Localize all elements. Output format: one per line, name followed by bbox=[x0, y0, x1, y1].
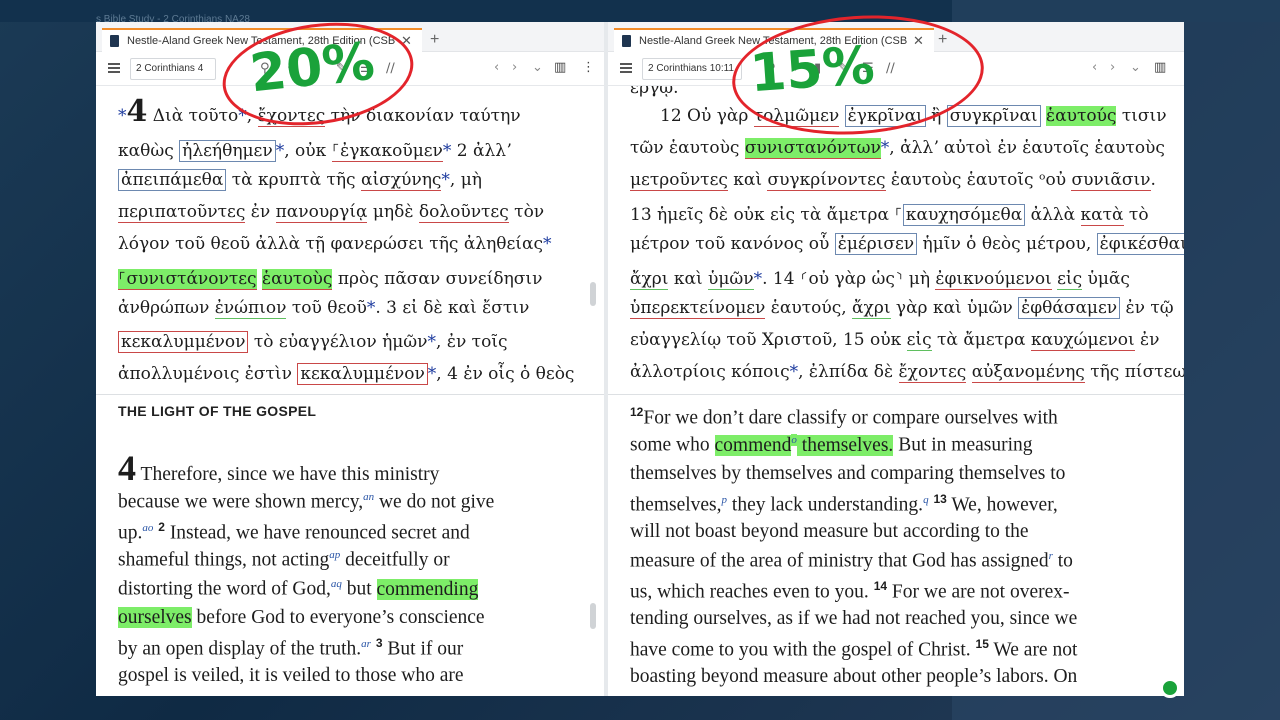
back-icon[interactable]: ‹ bbox=[1092, 60, 1097, 75]
right-english-text: 12For we don’t dare classify or compare … bbox=[608, 394, 1184, 696]
greek-line: ὑπερεκτείνομεν ἑαυτούς, ἄχρι γὰρ καὶ ὑμῶ… bbox=[630, 297, 1174, 319]
greek-line: τῶν ἑαυτοὺς συνιστανόντων*, ἀλλʼ αὐτοὶ ἐ… bbox=[630, 138, 1165, 159]
more-icon[interactable]: ⋮ bbox=[582, 60, 595, 75]
greek-line: ἔργῳ. bbox=[630, 86, 679, 98]
panel-layout-icon[interactable]: ▥ bbox=[1154, 60, 1166, 75]
status-badge[interactable] bbox=[1160, 678, 1180, 698]
english-line: shameful things, not actingap deceitfull… bbox=[118, 549, 450, 571]
english-line: measure of the area of ministry that God… bbox=[630, 550, 1073, 572]
greek-line: ἀλλοτρίοις κόποις*, ἐλπίδα δὲ ἔχοντες αὐ… bbox=[630, 362, 1184, 383]
greek-line: καθὼς ἠλεήθημεν *, οὐκ ⸀ἐγκακοῦμεν* 2 ἀλλ… bbox=[118, 140, 512, 162]
forward-icon[interactable]: › bbox=[1110, 60, 1115, 75]
english-line: by an open display of the truth.ar 3 But… bbox=[118, 636, 464, 660]
greek-line: μέτρον τοῦ κανόνος οὗ ἐμέρισεν ἡμῖν ὁ θε… bbox=[630, 233, 1184, 255]
greek-line: 13 ἡμεῖς δὲ οὐκ εἰς τὰ ἄμετρα ⸀ καυχησόμε… bbox=[630, 204, 1149, 226]
book-icon bbox=[110, 35, 119, 47]
english-line: 12For we don’t dare classify or compare … bbox=[630, 405, 1058, 429]
chevron-down-icon[interactable]: ⌄ bbox=[532, 60, 543, 75]
greek-line: ἀπειπάμεθα τὰ κρυπτὰ τῆς αἰσχύνης*, μὴ bbox=[118, 169, 482, 191]
scrollbar[interactable] bbox=[590, 282, 596, 306]
english-line: gospel is veiled, it is veiled to those … bbox=[118, 665, 464, 686]
greek-line: κεκαλυμμένον τὸ εὐαγγέλιον ἡμῶν*, ἐν τοῖ… bbox=[118, 331, 508, 353]
english-line: themselves by themselves and comparing t… bbox=[630, 463, 1066, 484]
english-line: us, which reaches even to you. 14 For we… bbox=[630, 579, 1070, 603]
left-panel: Nestle-Aland Greek New Testament, 28th E… bbox=[96, 22, 604, 696]
english-line: up.ao 2 Instead, we have renounced secre… bbox=[118, 520, 470, 544]
english-line: because we were shown mercy,an we do not… bbox=[118, 491, 495, 513]
greek-line: εὐαγγελίῳ τοῦ Χριστοῦ, 15 οὐκ εἰς τὰ ἄμε… bbox=[630, 330, 1160, 351]
chevron-down-icon[interactable]: ⌄ bbox=[1130, 60, 1141, 75]
right-greek-text: ἔργῳ. 12 Οὐ γὰρ τολμῶμεν ἐγκρῖναι ἢ συγκ… bbox=[608, 86, 1184, 392]
greek-line: ἄχρι καὶ ὑμῶν*. 14 ⸂οὐ γὰρ ὡς⸃ μὴ ἐφικνο… bbox=[630, 269, 1130, 290]
english-line: boasting beyond measure about other peop… bbox=[630, 666, 1078, 687]
scrollbar[interactable] bbox=[590, 603, 596, 629]
greek-line: περιπατοῦντες ἐν πανουργίᾳ μηδὲ δολοῦντε… bbox=[118, 202, 545, 223]
back-icon[interactable]: ‹ bbox=[494, 60, 499, 75]
greek-line: μετροῦντες καὶ συγκρίνοντες ἑαυτοὺς ἑαυτ… bbox=[630, 170, 1156, 191]
english-line: ourselves before God to everyone’s consc… bbox=[118, 607, 485, 628]
english-line: tending ourselves, as if we had not reac… bbox=[630, 608, 1078, 629]
panel-layout-icon[interactable]: ▥ bbox=[554, 60, 566, 75]
english-line: have come to you with the gospel of Chri… bbox=[630, 637, 1078, 661]
greek-line: λόγον τοῦ θεοῦ ἀλλὰ τῇ φανερώσει τῆς ἀλη… bbox=[118, 234, 552, 254]
app-window: Nestle-Aland Greek New Testament, 28th E… bbox=[96, 22, 1184, 696]
reference-input[interactable]: 2 Corinthians 4 bbox=[130, 58, 216, 80]
left-english-text: THE LIGHT OF THE GOSPEL 4 Therefore, sin… bbox=[96, 394, 604, 696]
menu-icon[interactable] bbox=[620, 63, 632, 73]
greek-line: ἀπολλυμένοις ἐστὶν κεκαλυμμένον *, 4 ἐν ο… bbox=[118, 363, 575, 385]
menu-icon[interactable] bbox=[108, 63, 120, 73]
left-greek-text: *4 Διὰ τοῦτο*, ἔχοντες τὴν διακονίαν ταύ… bbox=[96, 86, 604, 392]
section-heading: THE LIGHT OF THE GOSPEL bbox=[118, 403, 317, 419]
forward-icon[interactable]: › bbox=[512, 60, 517, 75]
greek-line: ἀνθρώπων ἐνώπιον τοῦ θεοῦ*. 3 εἰ δὲ καὶ … bbox=[118, 298, 530, 319]
book-icon bbox=[622, 35, 631, 47]
annotation-zoom-right: 15% bbox=[748, 35, 877, 105]
english-line: 4 Therefore, since we have this ministry bbox=[118, 448, 440, 488]
english-line: themselves,p they lack understanding.q 1… bbox=[630, 492, 1058, 516]
greek-line: ⸀συνιστάνοντες ἑαυτοὺς πρὸς πᾶσαν συνείδ… bbox=[118, 269, 543, 290]
reference-input[interactable]: 2 Corinthians 10:11 bbox=[642, 58, 742, 80]
plus-icon[interactable]: + bbox=[430, 31, 439, 49]
english-line: will not boast beyond measure but accord… bbox=[630, 521, 1029, 542]
english-line: some who commendo themselves. But in mea… bbox=[630, 434, 1033, 456]
english-line: distorting the word of God,aq but commen… bbox=[118, 578, 479, 600]
